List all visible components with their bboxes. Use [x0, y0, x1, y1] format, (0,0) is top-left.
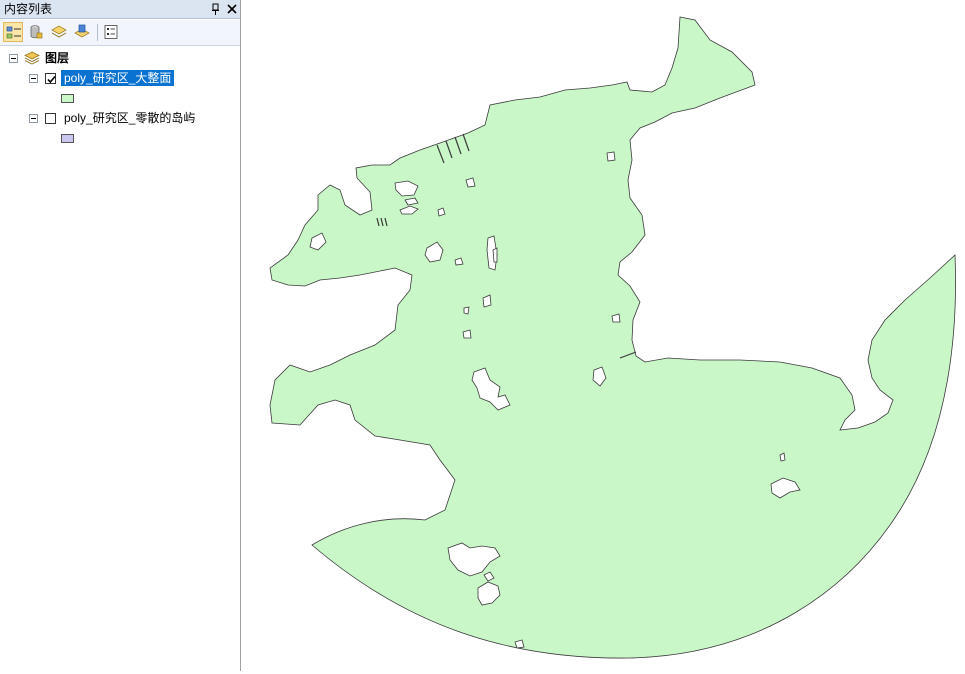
table-of-contents-panel: 内容列表 图层 poly_研究区_大整面 poly_研究区_零散的岛屿 — [0, 0, 241, 671]
layer-2-label[interactable]: poly_研究区_零散的岛屿 — [61, 110, 198, 126]
drawing-order-icon[interactable] — [3, 22, 23, 42]
layers-group-label[interactable]: 图层 — [42, 50, 72, 66]
layer-1-collapse-toggle[interactable] — [29, 74, 38, 83]
selection-icon[interactable] — [72, 22, 92, 42]
toc-toolbar — [0, 20, 240, 46]
map-display[interactable] — [246, 0, 965, 671]
close-icon[interactable] — [224, 1, 240, 17]
layers-icon — [24, 50, 40, 66]
layer-1-label[interactable]: poly_研究区_大整面 — [61, 70, 175, 86]
toc-header: 内容列表 — [0, 0, 240, 19]
pin-icon[interactable] — [208, 1, 224, 17]
visibility-icon[interactable] — [49, 22, 69, 42]
layer-2-symbol-swatch[interactable] — [61, 134, 74, 143]
layer-1-symbol-swatch[interactable] — [61, 94, 74, 103]
group-collapse-toggle[interactable] — [9, 54, 18, 63]
layer-1-visibility-checkbox[interactable] — [45, 73, 56, 84]
source-icon[interactable] — [26, 22, 46, 42]
layer-2-visibility-checkbox[interactable] — [45, 113, 56, 124]
toc-tree: 图层 poly_研究区_大整面 poly_研究区_零散的岛屿 — [0, 47, 239, 671]
map-canvas[interactable] — [246, 0, 965, 671]
toolbar-separator — [97, 24, 98, 41]
options-icon[interactable] — [101, 22, 121, 42]
layer-2-collapse-toggle[interactable] — [29, 114, 38, 123]
toc-title: 内容列表 — [4, 2, 53, 16]
study-area-polygon[interactable] — [269, 16, 956, 659]
